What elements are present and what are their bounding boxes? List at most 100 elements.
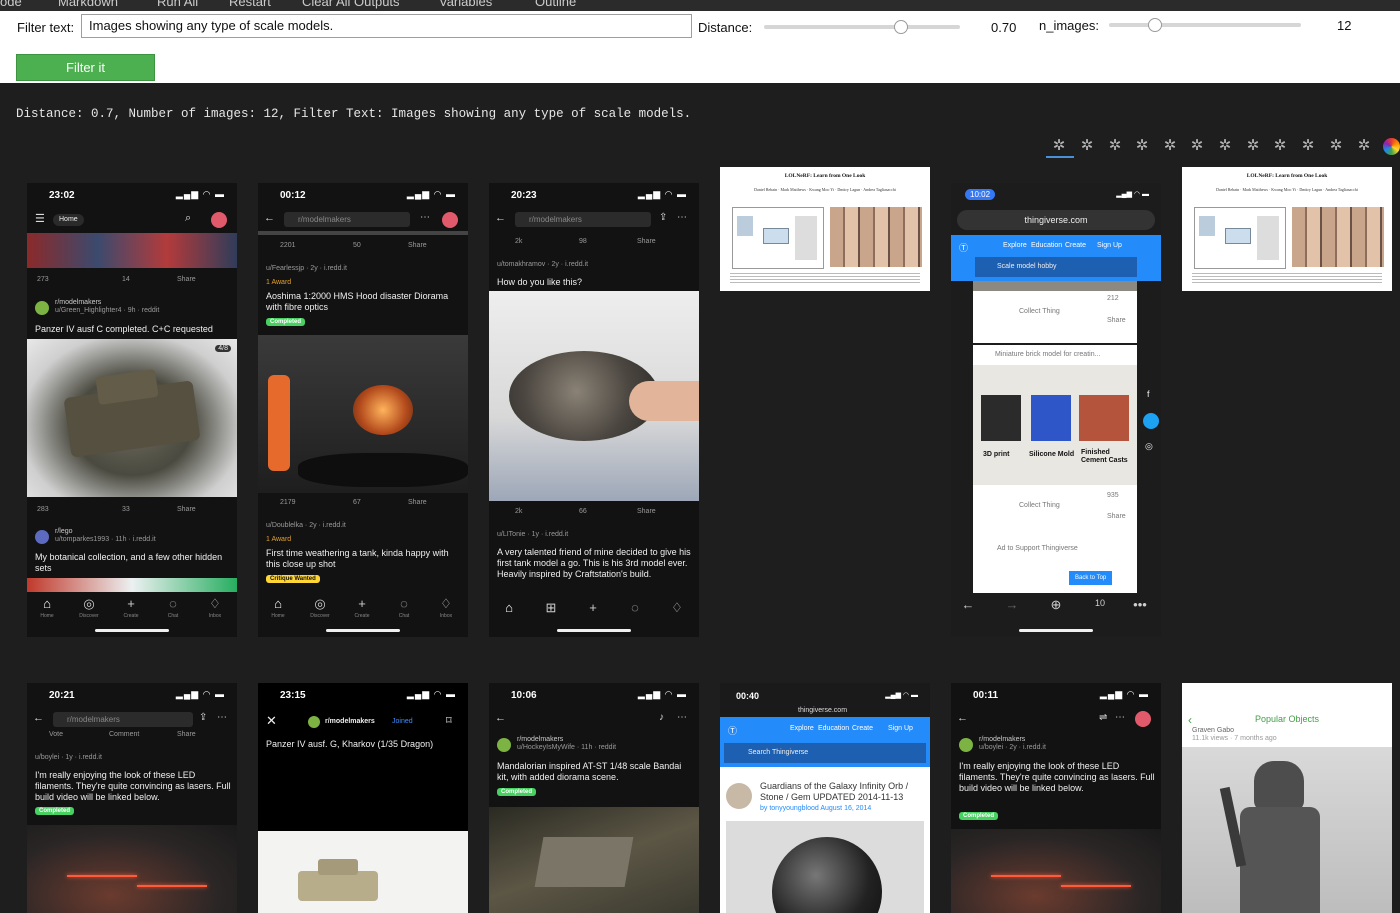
facebook-icon[interactable]: f xyxy=(1147,389,1150,399)
like-count[interactable]: 212 xyxy=(1107,295,1119,302)
comment-count[interactable]: 50 xyxy=(353,242,361,249)
create-icon[interactable]: + xyxy=(347,596,377,611)
share-icon[interactable]: ⇪ xyxy=(659,212,667,223)
n-images-slider[interactable] xyxy=(1109,23,1301,27)
home-icon[interactable]: ⌂ xyxy=(263,596,293,611)
share-button[interactable]: Share xyxy=(637,238,656,245)
post-image-xwing[interactable] xyxy=(951,829,1161,913)
tab-count[interactable]: 10 xyxy=(1085,598,1115,608)
upvote-count[interactable]: 2k xyxy=(515,508,522,515)
upvote-count[interactable]: 283 xyxy=(37,506,49,513)
search-icon[interactable]: ⌕ xyxy=(185,212,191,225)
comment-count[interactable]: 67 xyxy=(353,499,361,506)
result-card-8[interactable]: 23:15 ▂▄▆ ◠ ▬ ✕ r/modelmakers Joined ⌑ P… xyxy=(258,683,468,913)
back-icon[interactable]: ← xyxy=(953,597,983,612)
create-icon[interactable]: + xyxy=(116,596,146,611)
subreddit-name[interactable]: r/modelmakers xyxy=(55,299,101,306)
maker-name[interactable]: Graven Gabo xyxy=(1192,727,1234,734)
toolbar-run-all[interactable]: Run All xyxy=(157,0,198,9)
chat-icon[interactable]: ◌ xyxy=(389,596,419,611)
back-arrow-icon[interactable]: ← xyxy=(264,212,275,224)
upvote-count[interactable]: 2179 xyxy=(280,499,296,506)
upvote-count[interactable]: 2201 xyxy=(280,242,296,249)
share-button[interactable]: Share xyxy=(177,731,196,738)
post-title[interactable]: I'm really enjoying the look of these LE… xyxy=(959,761,1155,794)
nav-explore[interactable]: Explore xyxy=(790,725,814,732)
url-bar[interactable]: thingiverse.com xyxy=(957,210,1155,230)
nav-explore[interactable]: Explore xyxy=(1003,242,1027,249)
toolbar-markdown[interactable]: Markdown xyxy=(58,0,118,9)
share-link[interactable]: Share xyxy=(1107,317,1126,324)
post-title[interactable]: A very talented friend of mine decided t… xyxy=(497,547,693,580)
result-card-10[interactable]: 00:40 ▂▄▆ ◠ ▬ thingiverse.com Ⓣ Explore … xyxy=(720,683,930,913)
share-button[interactable]: Share xyxy=(408,499,427,506)
result-card-11[interactable]: 00:11 ▂▄▆ ◠ ▬ ← ⇌ ⋯ r/modelmakers u/boyl… xyxy=(951,683,1161,913)
create-icon[interactable]: + xyxy=(578,600,608,615)
share-icon[interactable]: ⇪ xyxy=(199,712,207,723)
back-arrow-icon[interactable]: ← xyxy=(495,212,506,224)
comment-count[interactable]: 14 xyxy=(122,276,130,283)
vote-button[interactable]: Vote xyxy=(49,731,63,738)
subreddit-name[interactable]: r/modelmakers xyxy=(325,718,375,725)
nav-sign-up[interactable]: Sign Up xyxy=(1097,242,1122,249)
result-card-6-paper[interactable]: LOLNeRF: Learn from One Look Daniel Reba… xyxy=(1182,167,1392,291)
new-tab-icon[interactable]: ⊕ xyxy=(1041,597,1071,613)
close-icon[interactable]: ✕ xyxy=(266,713,277,729)
thing-byline[interactable]: by tonyyoungblood August 16, 2014 xyxy=(760,805,871,812)
filter-text-input[interactable]: Images showing any type of scale models. xyxy=(81,14,692,38)
inbox-icon[interactable]: ♢ xyxy=(662,600,692,616)
thing-title[interactable]: Guardians of the Galaxy Infinity Orb / S… xyxy=(760,781,926,803)
thing-image-orb[interactable] xyxy=(726,821,924,913)
post-image-diorama[interactable] xyxy=(258,335,468,493)
post-title[interactable]: My botanical collection, and a few other… xyxy=(35,552,231,574)
more-icon[interactable]: ⋯ xyxy=(1115,712,1125,723)
subreddit-name[interactable]: r/modelmakers xyxy=(517,736,563,743)
back-arrow-icon[interactable]: ← xyxy=(957,712,968,724)
share-button[interactable]: Share xyxy=(177,506,196,513)
result-card-1[interactable]: 23:02 ▂▄▆ ◠ ▬ ☰ Home ⌕ 273 14 Share r/mo… xyxy=(27,183,237,637)
collect-thing[interactable]: Collect Thing xyxy=(1019,502,1060,509)
post-image-panzer[interactable] xyxy=(258,831,468,913)
forward-icon[interactable]: → xyxy=(997,597,1027,612)
share-button[interactable]: Share xyxy=(408,242,427,249)
back-arrow-icon[interactable]: ← xyxy=(495,712,506,724)
result-card-2[interactable]: 00:12 ▂▄▆ ◠ ▬ ← r/modelmakers ⋯ 2201 50 … xyxy=(258,183,468,637)
result-card-9[interactable]: 10:06 ▂▄▆ ◠ ▬ ← ♪ ⋯ r/modelmakers u/Hock… xyxy=(489,683,699,913)
n-images-slider-thumb[interactable] xyxy=(1148,18,1163,32)
bell-icon[interactable]: ♪ xyxy=(659,712,664,723)
toolbar-outline[interactable]: Outline xyxy=(535,0,576,9)
back-arrow-icon[interactable]: ← xyxy=(33,712,44,724)
result-card-3[interactable]: 20:23 ▂▄▆ ◠ ▬ ← r/modelmakers ⇪ ⋯ 2k 98 … xyxy=(489,183,699,637)
post-title[interactable]: Panzer IV ausf C completed. C+C requeste… xyxy=(35,324,231,335)
distance-slider[interactable] xyxy=(764,25,960,29)
collect-thing[interactable]: Collect Thing xyxy=(1019,308,1060,315)
share-button[interactable]: Share xyxy=(177,276,196,283)
comment-count[interactable]: 66 xyxy=(579,508,587,515)
more-icon[interactable]: ⋯ xyxy=(677,712,687,723)
subreddit-name[interactable]: r/modelmakers xyxy=(979,736,1025,743)
post-title[interactable]: Panzer IV ausf. G, Kharkov (1/35 Dragon) xyxy=(266,739,462,750)
avatar[interactable] xyxy=(442,212,458,228)
back-to-top-button[interactable]: Back to Top xyxy=(1069,571,1113,585)
result-card-5[interactable]: 10:02 ▂▄▆ ◠ ▬ thingiverse.com Ⓣ Explore … xyxy=(951,183,1161,637)
nav-create[interactable]: Create xyxy=(1065,242,1086,249)
discover-icon[interactable]: ◎ xyxy=(305,596,335,612)
post-title[interactable]: First time weathering a tank, kinda happ… xyxy=(266,548,462,570)
thing-image-mandalorian[interactable] xyxy=(1182,747,1392,913)
chat-icon[interactable]: ◌ xyxy=(620,600,650,615)
toolbar-clear-outputs[interactable]: Clear All Outputs xyxy=(302,0,400,9)
comment-button[interactable]: Comment xyxy=(109,731,139,738)
twitter-icon[interactable] xyxy=(1143,413,1159,429)
toolbar-restart[interactable]: Restart xyxy=(229,0,271,9)
distance-slider-thumb[interactable] xyxy=(894,20,909,34)
grid-icon[interactable]: ⊞ xyxy=(536,600,566,616)
toolbar-code[interactable]: ode xyxy=(0,0,22,9)
discover-icon[interactable]: ◎ xyxy=(74,596,104,612)
comment-count[interactable]: 98 xyxy=(579,238,587,245)
share-button[interactable]: Share xyxy=(637,508,656,515)
avatar[interactable] xyxy=(1135,711,1151,727)
post-image-tank[interactable]: 4/8 xyxy=(27,339,237,497)
more-icon[interactable]: ⋯ xyxy=(420,212,430,223)
comment-count[interactable]: 33 xyxy=(122,506,130,513)
whatsapp-icon[interactable]: ◎ xyxy=(1145,441,1153,452)
